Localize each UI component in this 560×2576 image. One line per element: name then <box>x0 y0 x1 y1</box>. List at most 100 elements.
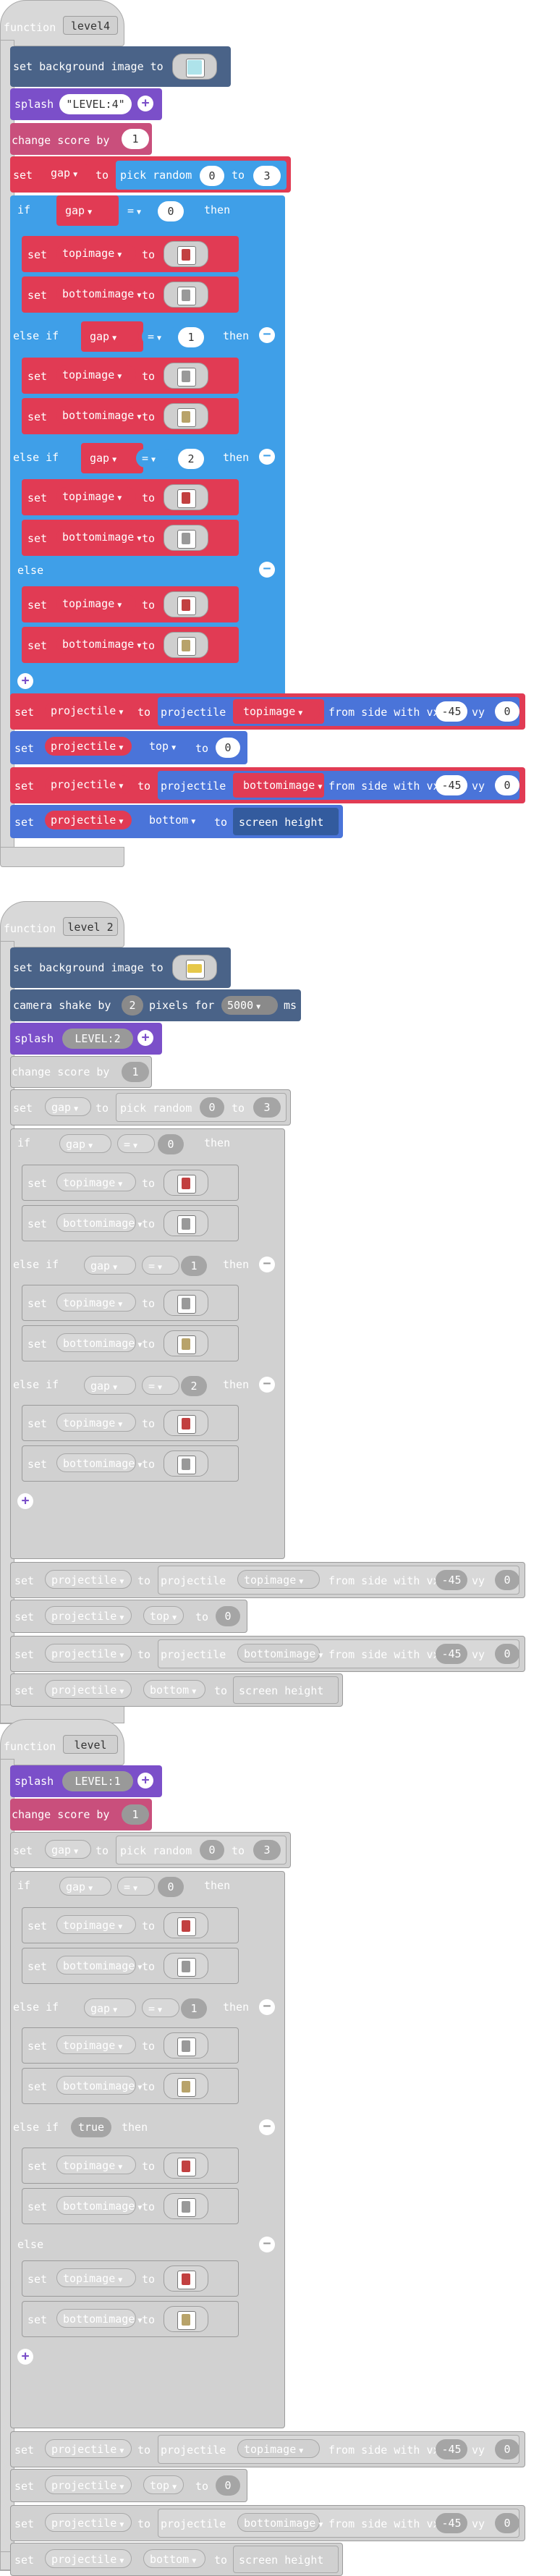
gap-variable-dropdown[interactable]: gap ▼ <box>45 164 91 182</box>
random-to-field[interactable]: 3 <box>253 1097 281 1118</box>
vx-value-field[interactable]: -45 <box>436 1570 467 1590</box>
compare-value-field[interactable]: 2 <box>181 1376 207 1396</box>
pipe-image-picker[interactable] <box>164 525 208 551</box>
gap-variable-dropdown[interactable]: gap ▼ <box>84 1998 136 2017</box>
vy-value-field[interactable]: 0 <box>495 775 519 795</box>
gap-variable-dropdown[interactable]: gap ▼ <box>84 1256 136 1275</box>
add-icon[interactable]: + <box>137 96 153 111</box>
topimage-variable-dropdown[interactable]: topimage ▼ <box>56 594 136 613</box>
topimage-variable-dropdown[interactable]: topimage ▼ <box>56 2035 136 2054</box>
vy-value-field[interactable]: 0 <box>495 701 519 722</box>
gap-variable-dropdown[interactable]: gap ▼ <box>59 201 114 220</box>
compare-operator-dropdown[interactable]: = ▼ <box>142 327 179 346</box>
remove-icon[interactable]: − <box>259 1257 275 1272</box>
shake-amount-field[interactable]: 2 <box>122 995 143 1015</box>
flower-image-picker[interactable] <box>164 1170 208 1196</box>
topimage-variable-dropdown[interactable]: topimage ▼ <box>56 1293 136 1312</box>
compare-operator-dropdown[interactable]: = ▼ <box>122 201 159 220</box>
compare-operator-dropdown[interactable]: = ▼ <box>117 1877 155 1896</box>
projectile-variable-dropdown[interactable]: projectile ▼ <box>45 1680 132 1699</box>
projectile-variable-dropdown[interactable]: projectile ▼ <box>45 1570 132 1589</box>
compare-operator-dropdown[interactable]: = ▼ <box>136 449 174 468</box>
remove-icon[interactable]: − <box>259 562 275 578</box>
flower-image-picker[interactable] <box>164 241 208 267</box>
compare-value-field[interactable]: 0 <box>158 1134 184 1154</box>
function-name-field[interactable]: level 2 <box>63 917 118 936</box>
compare-value-field[interactable]: 1 <box>181 1998 207 2019</box>
score-value-field[interactable]: 1 <box>122 129 149 149</box>
random-from-field[interactable]: 0 <box>200 1097 224 1118</box>
add-icon[interactable]: + <box>17 1493 33 1509</box>
cake-image-picker[interactable] <box>164 2306 208 2332</box>
bottomimage-variable-dropdown[interactable]: bottomimage ▼ <box>56 406 141 425</box>
vx-value-field[interactable]: -45 <box>436 1644 467 1664</box>
shake-ms-dropdown[interactable]: 5000 ▼ <box>221 996 278 1015</box>
add-icon[interactable]: + <box>17 2349 33 2365</box>
condition-value-field[interactable]: true <box>71 2117 111 2137</box>
remove-icon[interactable]: − <box>259 2237 275 2252</box>
projectile-variable-dropdown[interactable]: projectile ▼ <box>45 701 132 720</box>
pipe-image-picker[interactable] <box>164 282 208 308</box>
topimage-variable-dropdown[interactable]: topimage ▼ <box>56 244 136 263</box>
pipe-image-picker[interactable] <box>164 1953 208 1979</box>
splash-text-field[interactable]: LEVEL:1 <box>62 1771 133 1791</box>
flower-image-picker[interactable] <box>164 1410 208 1436</box>
bg2-image-picker[interactable] <box>172 955 217 981</box>
sprite-property-dropdown[interactable]: bottom ▼ <box>143 811 205 829</box>
projectile-variable-dropdown[interactable]: projectile ▼ <box>45 811 132 829</box>
vx-value-field[interactable]: -45 <box>436 2439 467 2459</box>
flower-image-picker[interactable] <box>164 1912 208 1938</box>
projectile-variable-dropdown[interactable]: projectile ▼ <box>45 2439 132 2458</box>
flower-image-picker[interactable] <box>164 2153 208 2179</box>
bottomimage-variable-dropdown[interactable]: bottomimage ▼ <box>56 1333 142 1352</box>
compare-operator-dropdown[interactable]: = ▼ <box>142 1376 179 1395</box>
projectile-variable-dropdown[interactable]: projectile ▼ <box>45 1606 132 1625</box>
image-variable-dropdown[interactable]: bottomimage ▼ <box>237 1644 323 1663</box>
top-value-field[interactable]: 0 <box>216 1606 240 1626</box>
vy-value-field[interactable]: 0 <box>495 2439 519 2459</box>
function-name-field[interactable]: level <box>63 1735 118 1754</box>
bottomimage-variable-dropdown[interactable]: bottomimage ▼ <box>56 284 141 303</box>
function-name-field[interactable]: level4 <box>63 16 118 35</box>
gap-variable-dropdown[interactable]: gap ▼ <box>59 1134 111 1153</box>
add-icon[interactable]: + <box>137 1773 153 1789</box>
add-icon[interactable]: + <box>137 1030 153 1046</box>
bottomimage-variable-dropdown[interactable]: bottomimage ▼ <box>56 2196 142 2215</box>
cake-image-picker[interactable] <box>164 632 208 658</box>
splash-text-field[interactable]: "LEVEL:4" <box>59 94 132 114</box>
remove-icon[interactable]: − <box>259 1377 275 1393</box>
bottomimage-variable-dropdown[interactable]: bottomimage ▼ <box>56 635 141 654</box>
bottomimage-variable-dropdown[interactable]: bottomimage ▼ <box>56 1213 142 1232</box>
remove-icon[interactable]: − <box>259 327 275 343</box>
sprite-property-dropdown[interactable]: bottom ▼ <box>143 1680 205 1699</box>
compare-value-field[interactable]: 2 <box>178 449 204 469</box>
bottomimage-variable-dropdown[interactable]: bottomimage ▼ <box>56 1453 142 1472</box>
random-from-field[interactable]: 0 <box>200 1840 224 1860</box>
compare-value-field[interactable]: 0 <box>158 201 184 221</box>
random-from-field[interactable]: 0 <box>200 166 224 186</box>
image-variable-dropdown[interactable]: bottomimage ▼ <box>237 2513 323 2532</box>
vy-value-field[interactable]: 0 <box>495 2513 519 2533</box>
gap-variable-dropdown[interactable]: gap ▼ <box>59 1877 111 1896</box>
sprite-property-dropdown[interactable]: top ▼ <box>143 737 184 756</box>
compare-value-field[interactable]: 1 <box>178 327 204 347</box>
projectile-variable-dropdown[interactable]: projectile ▼ <box>45 2475 132 2494</box>
flower-image-picker[interactable] <box>164 591 208 617</box>
compare-value-field[interactable]: 1 <box>181 1256 207 1276</box>
pipe-image-picker[interactable] <box>164 2193 208 2219</box>
vx-value-field[interactable]: -45 <box>436 701 467 722</box>
cake-image-picker[interactable] <box>164 2073 208 2099</box>
projectile-variable-dropdown[interactable]: projectile ▼ <box>45 737 132 756</box>
vy-value-field[interactable]: 0 <box>495 1644 519 1664</box>
flower-image-picker[interactable] <box>164 2265 208 2292</box>
sky-image-picker[interactable] <box>172 54 217 80</box>
flower-image-picker[interactable] <box>164 484 208 510</box>
bottomimage-variable-dropdown[interactable]: bottomimage ▼ <box>56 2076 142 2095</box>
compare-operator-dropdown[interactable]: = ▼ <box>142 1256 179 1275</box>
projectile-variable-dropdown[interactable]: projectile ▼ <box>45 775 132 794</box>
random-to-field[interactable]: 3 <box>253 1840 281 1860</box>
add-icon[interactable]: + <box>17 673 33 689</box>
remove-icon[interactable]: − <box>259 2119 275 2135</box>
vx-value-field[interactable]: -45 <box>436 2513 467 2533</box>
topimage-variable-dropdown[interactable]: topimage ▼ <box>56 1413 136 1432</box>
